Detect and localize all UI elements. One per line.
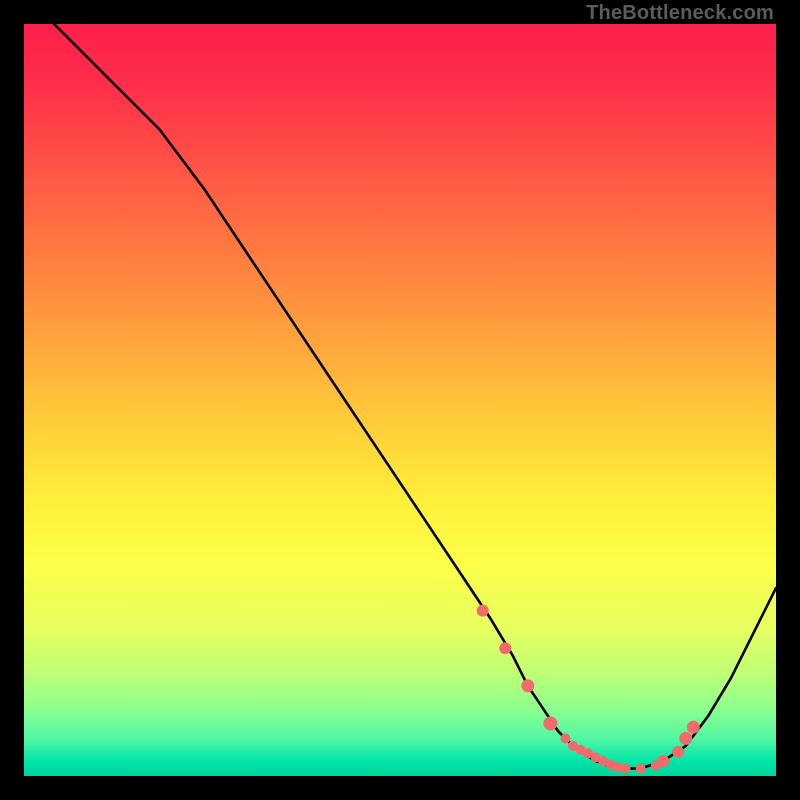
highlight-marker [543, 716, 557, 730]
highlight-marker [621, 764, 631, 774]
highlight-marker [560, 733, 570, 743]
highlight-marker [672, 746, 684, 758]
highlight-marker [521, 679, 534, 692]
highlight-marker [499, 642, 511, 654]
marker-group [477, 605, 700, 774]
bottleneck-curve-path [54, 24, 776, 769]
plot-area [24, 24, 776, 776]
watermark-text: TheBottleneck.com [586, 2, 774, 25]
chart-canvas: TheBottleneck.com [0, 0, 800, 800]
highlight-marker [687, 721, 700, 734]
curve-svg [24, 24, 776, 776]
highlight-marker [679, 732, 692, 745]
highlight-marker [477, 605, 489, 617]
highlight-marker [636, 764, 646, 774]
highlight-marker [657, 755, 669, 767]
